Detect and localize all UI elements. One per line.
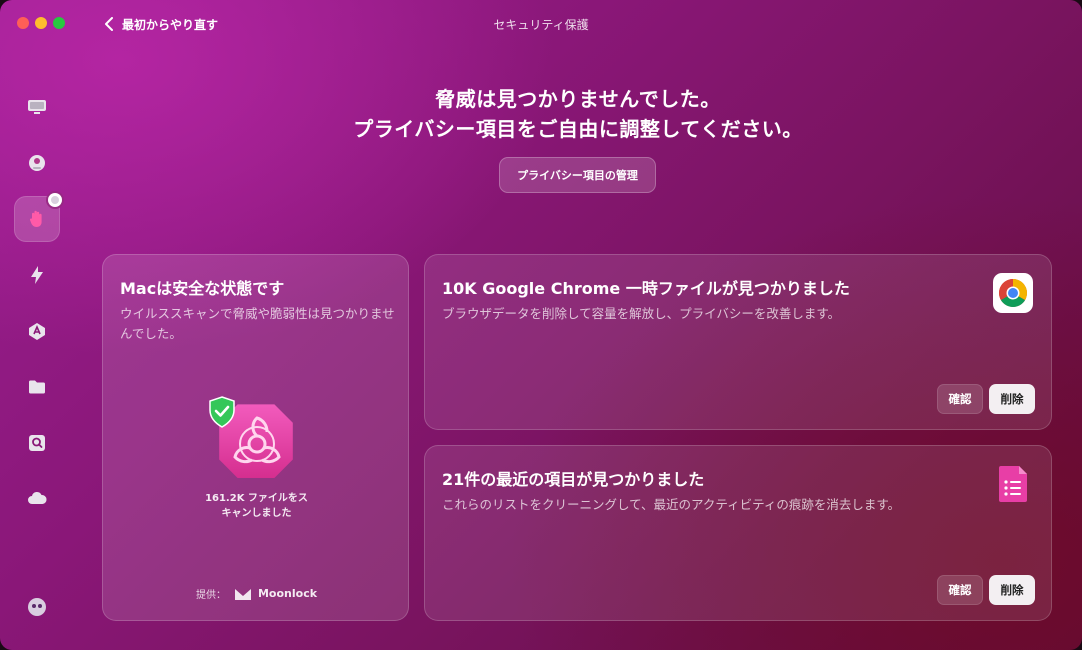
sidebar-item-space-lens[interactable] — [14, 420, 60, 466]
active-indicator — [48, 193, 62, 207]
scanned-files-count: 161.2K ファイルをス キャンしました — [103, 491, 410, 521]
chrome-review-button[interactable]: 確認 — [937, 384, 983, 414]
moonlock-logo-icon — [234, 588, 251, 600]
chrome-card-title: 10K Google Chrome 一時ファイルが見つかりました — [442, 279, 850, 298]
recent-card-title: 21件の最近の項目が見つかりました — [442, 470, 705, 489]
mac-safe-description: ウイルススキャンで脅威や脆弱性は見つかりませんでした。 — [120, 306, 395, 341]
sidebar-item-speed[interactable] — [14, 252, 60, 298]
sidebar-item-files[interactable] — [14, 364, 60, 410]
recent-items-icon — [999, 466, 1027, 502]
folder-icon — [29, 380, 45, 394]
hero-headline: 脅威は見つかりませんでした。 — [435, 87, 721, 111]
sidebar-item-assistant[interactable] — [14, 584, 60, 630]
mac-safe-card: Macは安全な状態です ウイルススキャンで脅威や脆弱性は見つかりませんでした。 — [102, 254, 409, 621]
chrome-card-description: ブラウザデータを削除して容量を解放し、プライバシーを改善します。 — [442, 306, 841, 321]
moonlock-label: Moonlock — [257, 587, 318, 600]
lightning-icon — [31, 266, 43, 284]
scanned-files-line1: 161.2K ファイルをス — [205, 493, 308, 504]
hero: 脅威は見つかりませんでした。 プライバシー項目をご自由に調整してください。 — [74, 84, 1082, 144]
sidebar-item-protection[interactable] — [14, 140, 60, 186]
hand-icon — [29, 210, 42, 227]
recent-delete-button[interactable]: 削除 — [989, 575, 1035, 605]
scanned-files-line2: キャンしました — [221, 508, 292, 519]
mac-safe-title: Macは安全な状態です — [120, 279, 285, 298]
provided-by-label: 提供： — [195, 590, 226, 601]
recent-review-button[interactable]: 確認 — [937, 575, 983, 605]
titlebar: 最初からやり直す セキュリティ保護 — [0, 0, 1082, 46]
cloud-icon — [28, 491, 47, 504]
manage-privacy-button[interactable]: プライバシー項目の管理 — [499, 157, 656, 193]
monitor-icon — [28, 100, 46, 114]
assistant-icon — [28, 598, 46, 616]
sidebar-item-privacy[interactable] — [14, 193, 62, 242]
sidebar-item-applications[interactable] — [14, 308, 60, 354]
applications-icon — [29, 323, 45, 340]
recent-card-description: これらのリストをクリーニングして、最近のアクティビティの痕跡を消去します。 — [442, 497, 901, 512]
shield-check-icon — [209, 396, 235, 428]
moonlock-brand: Moonlock — [234, 587, 317, 601]
recent-items-card: 21件の最近の項目が見つかりました これらのリストをクリーニングして、最近のアク… — [424, 445, 1052, 621]
sidebar-item-cleanup[interactable] — [14, 84, 60, 130]
chrome-delete-button[interactable]: 削除 — [989, 384, 1035, 414]
hero-subheadline: プライバシー項目をご自由に調整してください。 — [353, 117, 803, 141]
malware-shield-graphic — [207, 395, 307, 487]
sidebar-item-cloud[interactable] — [14, 476, 60, 522]
app-window: 最初からやり直す セキュリティ保護 脅威は見つかりませんでした。 プライバシー項… — [0, 0, 1082, 650]
provided-by: 提供： Moonlock — [103, 586, 410, 601]
chrome-temp-files-card: 10K Google Chrome 一時ファイルが見つかりました ブラウザデータ… — [424, 254, 1052, 430]
search-disk-icon — [29, 435, 45, 451]
sidebar — [0, 46, 74, 650]
chrome-icon — [993, 273, 1033, 313]
window-title: セキュリティ保護 — [493, 18, 589, 32]
disk-icon — [29, 155, 45, 171]
